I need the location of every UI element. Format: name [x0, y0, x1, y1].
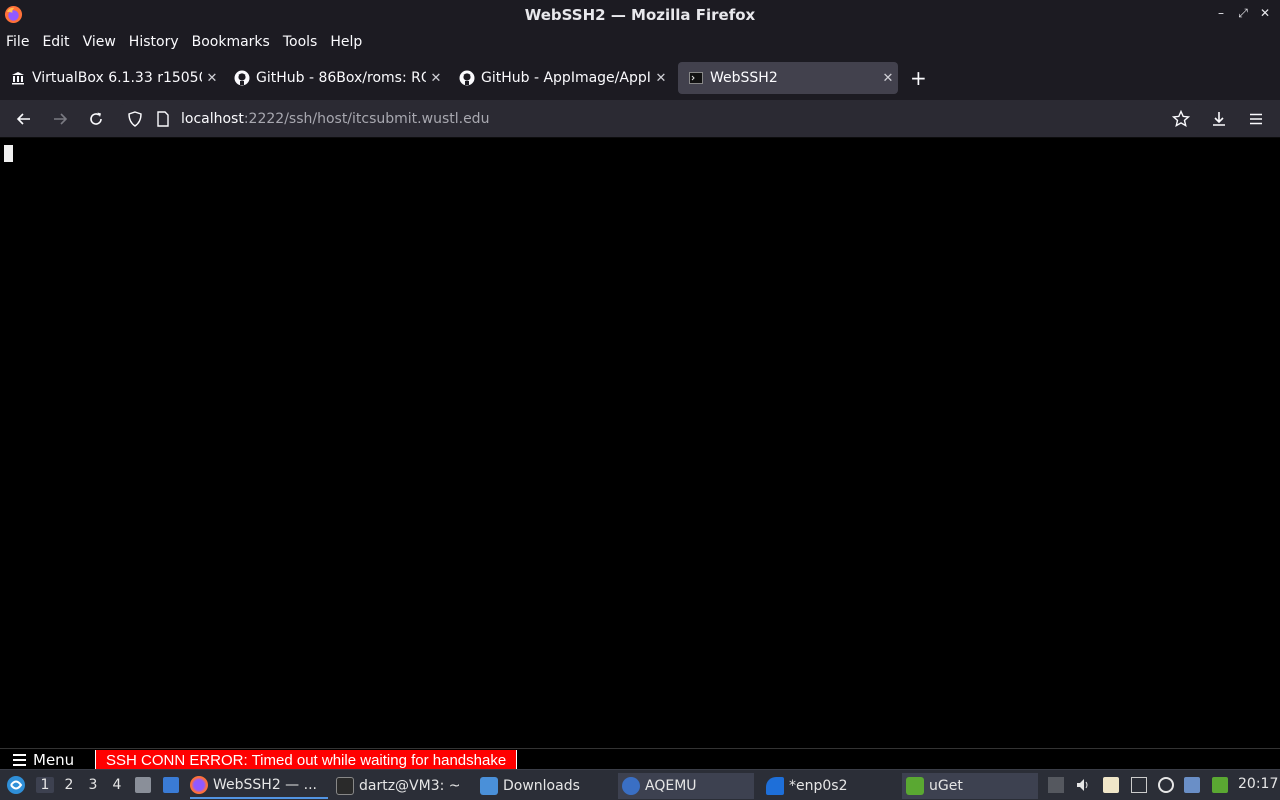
navigation-toolbar: localhost:2222/ssh/host/itcsubmit.wustl.… — [0, 100, 1280, 138]
taskbar-app-label: WebSSH2 — ... — [213, 777, 317, 793]
tab-close-icon[interactable]: ✕ — [202, 71, 222, 86]
back-icon[interactable] — [13, 108, 35, 130]
url-path: :2222/ssh/host/itcsubmit.wustl.edu — [243, 111, 490, 127]
shield-icon[interactable] — [127, 111, 143, 131]
tab-bar: VirtualBox 6.1.33 r150502 ✕ GitHub - 86B… — [0, 54, 1280, 100]
clock: 20:17 — [1238, 776, 1279, 792]
github-icon — [234, 70, 250, 86]
menu-file[interactable]: File — [6, 34, 36, 50]
taskbar-app-label: *enp0s2 — [789, 778, 848, 794]
minimize-icon[interactable]: – — [1214, 6, 1228, 21]
tab-close-icon[interactable]: ✕ — [878, 71, 898, 86]
reload-icon[interactable] — [85, 108, 107, 130]
page-icon[interactable] — [156, 111, 170, 131]
menu-edit[interactable]: Edit — [42, 34, 76, 50]
taskbar-app-uget[interactable]: uGet — [902, 773, 1038, 799]
new-tab-button[interactable]: + — [910, 66, 927, 90]
network-icon[interactable] — [1131, 777, 1147, 793]
file-manager-launcher-icon[interactable] — [135, 777, 151, 793]
taskbar-app-label: Downloads — [503, 778, 580, 794]
hamburger-icon — [13, 754, 26, 766]
notification-icon[interactable] — [1184, 777, 1200, 793]
taskbar-app-downloads[interactable]: Downloads — [480, 773, 610, 799]
url-host: localhost — [181, 111, 244, 127]
terminal-icon — [336, 777, 354, 795]
taskbar-app-terminal[interactable]: dartz@VM3: ~ — [336, 773, 474, 799]
taskbar-app-aqemu[interactable]: AQEMU — [618, 773, 754, 799]
volume-icon[interactable] — [1075, 777, 1091, 793]
workspace-3[interactable]: 3 — [84, 777, 102, 793]
hamburger-menu-icon[interactable] — [1245, 108, 1267, 130]
start-menu-icon[interactable] — [6, 775, 26, 795]
connection-error-message: SSH CONN ERROR: Timed out while waiting … — [95, 750, 518, 770]
tab-close-icon[interactable]: ✕ — [426, 71, 446, 86]
menu-tools[interactable]: Tools — [283, 34, 325, 50]
terminal-cursor — [4, 145, 13, 162]
wireshark-fin-icon — [766, 777, 784, 795]
firefox-icon — [190, 776, 208, 794]
menu-bookmarks[interactable]: Bookmarks — [192, 34, 277, 50]
taskbar-app-label: uGet — [929, 778, 963, 794]
tab-label: GitHub - 86Box/roms: RO — [256, 70, 426, 86]
window-title: WebSSH2 — Mozilla Firefox — [524, 5, 756, 24]
menu-view[interactable]: View — [83, 34, 123, 50]
maximize-icon[interactable]: ⤢ — [1236, 6, 1250, 21]
menu-help[interactable]: Help — [330, 34, 369, 50]
menu-bar: File Edit View History Bookmarks Tools H… — [0, 29, 1280, 54]
taskbar-app-firefox[interactable]: WebSSH2 — ... — [190, 773, 328, 799]
aqemu-icon — [622, 777, 640, 795]
forward-icon[interactable] — [49, 108, 71, 130]
tab-github-86box[interactable]: GitHub - 86Box/roms: RO ✕ — [224, 62, 446, 94]
workspace-2[interactable]: 2 — [60, 777, 78, 793]
eject-icon[interactable] — [1048, 777, 1064, 793]
url-bar[interactable]: localhost:2222/ssh/host/itcsubmit.wustl.… — [120, 104, 1200, 134]
window-titlebar: WebSSH2 — Mozilla Firefox – ⤢ ✕ — [0, 0, 1280, 29]
tab-virtualbox[interactable]: VirtualBox 6.1.33 r150502 ✕ — [0, 62, 222, 94]
update-icon[interactable] — [1158, 777, 1174, 793]
bookmark-star-icon[interactable] — [1170, 108, 1192, 130]
workspace-4[interactable]: 4 — [108, 777, 126, 793]
clipboard-icon[interactable] — [1103, 777, 1119, 793]
window-controls: – ⤢ ✕ — [1214, 6, 1272, 21]
url-text[interactable]: localhost:2222/ssh/host/itcsubmit.wustl.… — [181, 111, 489, 127]
workspace-1[interactable]: 1 — [36, 777, 54, 793]
desktop-launcher-icon[interactable] — [163, 777, 179, 793]
taskbar-app-label: AQEMU — [645, 778, 697, 794]
webssh-status-bar: Menu SSH CONN ERROR: Timed out while wai… — [0, 748, 1280, 770]
system-taskbar: 1 2 3 4 WebSSH2 — ... dartz@VM3: ~ Downl… — [0, 769, 1280, 800]
tab-webssh2[interactable]: WebSSH2 ✕ — [678, 62, 898, 94]
tab-label: WebSSH2 — [710, 70, 778, 86]
taskbar-app-wireshark[interactable]: *enp0s2 — [762, 773, 896, 799]
uget-icon — [906, 777, 924, 795]
tab-label: VirtualBox 6.1.33 r150502 — [32, 70, 202, 86]
menu-history[interactable]: History — [129, 34, 186, 50]
screen: WebSSH2 — Mozilla Firefox – ⤢ ✕ File Edi… — [0, 0, 1280, 800]
museum-icon — [10, 70, 26, 86]
taskbar-app-label: dartz@VM3: ~ — [359, 778, 461, 794]
tab-github-appimage[interactable]: GitHub - AppImage/AppIm ✕ — [449, 62, 671, 94]
terminal-area[interactable] — [0, 139, 1280, 748]
webssh-menu-button[interactable]: Menu — [12, 751, 74, 769]
close-icon[interactable]: ✕ — [1258, 6, 1272, 21]
terminal-icon — [688, 70, 704, 86]
uget-tray-icon[interactable] — [1212, 777, 1228, 793]
tab-label: GitHub - AppImage/AppIm — [481, 70, 651, 86]
downloads-icon[interactable] — [1208, 108, 1230, 130]
menu-label: Menu — [33, 751, 75, 769]
folder-icon — [480, 777, 498, 795]
github-icon — [459, 70, 475, 86]
tab-close-icon[interactable]: ✕ — [651, 71, 671, 86]
firefox-logo-icon — [4, 5, 23, 24]
